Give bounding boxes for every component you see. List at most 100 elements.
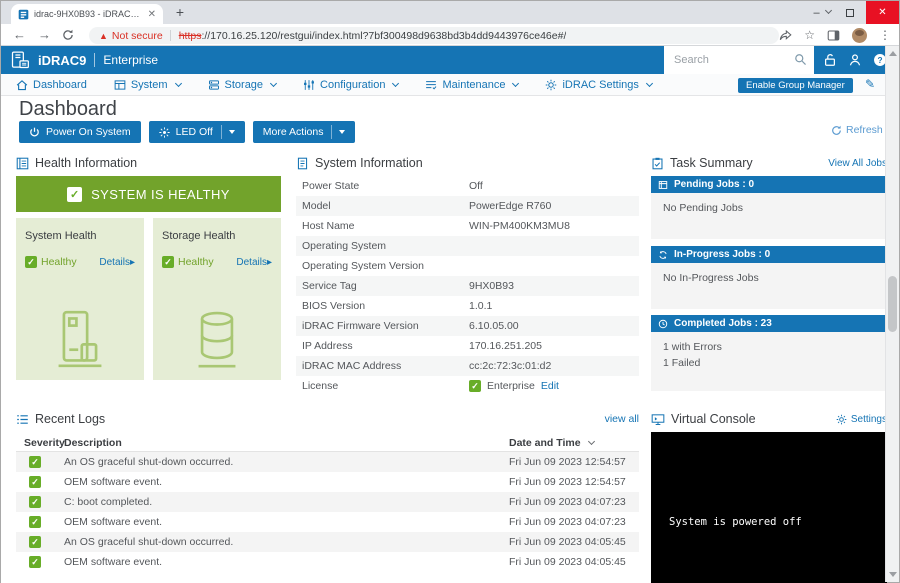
inprogress-jobs-bar: In-Progress Jobs : 0 — [651, 246, 887, 263]
profile-avatar[interactable] — [852, 27, 867, 43]
sort-chevron-icon — [587, 437, 595, 446]
more-actions-button[interactable]: More Actions — [252, 121, 356, 143]
log-row: ✓ C: boot completed. Fri Jun 09 2023 04:07… — [16, 492, 639, 512]
forward-icon[interactable]: → — [38, 27, 51, 42]
completed-jobs-body: 1 with Errors 1 Failed — [651, 332, 887, 391]
sysinfo-row: iDRAC Firmware Version 6.10.05.00 — [296, 316, 639, 336]
col-description: Description — [64, 436, 122, 449]
edit-pencil-icon[interactable]: ✎ — [865, 77, 875, 91]
scroll-up-arrow[interactable] — [889, 51, 897, 56]
sysinfo-row: Power State Off — [302, 180, 483, 192]
severity-ok-icon: ✓ — [29, 536, 41, 549]
storage-health-details-link[interactable]: Details▸ — [236, 257, 272, 268]
maintenance-icon — [426, 80, 437, 90]
search-box — [664, 46, 814, 74]
console-panel-icon — [651, 413, 665, 425]
logs-table-header: Severity Description Date and Time — [16, 434, 639, 452]
system-health-details-link[interactable]: Details▸ — [99, 257, 135, 268]
url-divider — [169, 30, 171, 41]
side-panel-icon[interactable] — [827, 29, 840, 42]
nav-storage[interactable]: Storage — [208, 78, 278, 91]
more-actions-dropdown[interactable] — [331, 125, 346, 139]
new-tab-button[interactable]: + — [171, 3, 189, 21]
check-icon: ✓ — [162, 256, 174, 268]
refresh-link[interactable]: Refresh — [831, 124, 883, 136]
search-input[interactable] — [664, 46, 814, 74]
console-text: System is powered off — [669, 516, 802, 528]
card-title: Storage Health — [162, 230, 236, 242]
back-icon[interactable]: ← — [13, 27, 26, 42]
user-icon[interactable] — [848, 53, 862, 67]
nav-label: Storage — [224, 78, 264, 91]
nav-label: Maintenance — [442, 78, 506, 91]
logs-panel-header: Recent Logs view all — [16, 412, 639, 426]
refresh-icon — [832, 125, 841, 135]
reload-icon[interactable] — [62, 29, 74, 41]
close-button[interactable]: ✕ — [866, 1, 899, 24]
license-edit-link[interactable]: Edit — [541, 380, 559, 392]
health-check-icon: ✓ — [67, 186, 83, 202]
enable-group-manager-button[interactable]: Enable Group Manager — [738, 78, 853, 93]
virtual-console-screen[interactable]: System is powered off — [651, 432, 887, 583]
tab-close-icon[interactable]: ✕ — [148, 9, 156, 20]
page-title: Dashboard — [19, 98, 117, 120]
action-buttons: Power On System LED Off More Actions — [19, 121, 363, 143]
nav-maintenance[interactable]: Maintenance — [425, 78, 520, 91]
view-all-jobs-link[interactable]: View All Jobs — [828, 158, 887, 169]
inprogress-jobs-body: No In-Progress Jobs — [651, 263, 887, 309]
app-header: iDRAC9 Enterprise ? — [1, 46, 887, 74]
health-panel-header: Health Information — [16, 156, 281, 170]
minimize-button[interactable]: – — [800, 1, 833, 24]
nav-label: Dashboard — [33, 78, 87, 91]
severity-ok-icon: ✓ — [29, 496, 41, 509]
pending-jobs-icon — [658, 180, 668, 189]
col-datetime[interactable]: Date and Time — [509, 437, 639, 449]
maximize-button[interactable] — [833, 1, 866, 24]
sysinfo-table: Power State Off Model PowerEdge R760 Host … — [296, 176, 639, 396]
lock-icon[interactable] — [823, 53, 837, 67]
nav-idrac-settings[interactable]: iDRAC Settings — [545, 79, 653, 91]
url-text: ://170.16.25.120/restgui/index.html?7bf3… — [201, 29, 567, 42]
scroll-down-arrow[interactable] — [889, 572, 897, 577]
console-settings-link[interactable]: Settings — [836, 414, 887, 425]
tasks-panel-title: Task Summary — [670, 156, 753, 170]
severity-ok-icon: ✓ — [29, 456, 41, 469]
log-row: ✓ OEM software event. Fri Jun 09 2023 04:0… — [16, 512, 639, 532]
share-icon[interactable] — [779, 29, 792, 42]
address-bar: ← → ▲ Not secure https ://170.16.25.120/… — [1, 24, 899, 46]
warning-icon: ▲ — [99, 30, 108, 41]
search-icon[interactable] — [794, 53, 807, 66]
nav-dashboard[interactable]: Dashboard — [16, 79, 87, 91]
license-row: License ✓ Enterprise Edit — [302, 380, 559, 392]
sysinfo-panel-icon — [297, 157, 308, 169]
logs-panel-icon — [17, 414, 28, 424]
scrollbar-thumb[interactable] — [888, 276, 897, 332]
sysinfo-panel-title: System Information — [315, 156, 423, 170]
completed-jobs-icon — [658, 319, 668, 328]
page-content: Dashboard Power On System LED Off More A… — [1, 96, 887, 583]
sliders-icon — [304, 79, 314, 90]
nav-system[interactable]: System — [114, 79, 182, 91]
favicon-idrac — [18, 9, 29, 19]
page-scrollbar[interactable] — [885, 46, 899, 582]
log-row: ✓ An OS graceful shut-down occurred. Fri J… — [16, 452, 639, 472]
not-secure-label: Not secure — [111, 29, 163, 42]
address-bar-icons: ☆ ⋮ — [779, 24, 891, 46]
chevron-down-icon — [174, 79, 182, 88]
led-button[interactable]: LED Off — [148, 121, 245, 143]
tab-title: idrac-9HX0B93 - iDRAC9 - Dashb — [34, 9, 143, 19]
nav-configuration[interactable]: Configuration — [303, 79, 400, 91]
browser-tab[interactable]: idrac-9HX0B93 - iDRAC9 - Dashb ✕ — [11, 4, 163, 24]
gear-icon — [546, 79, 557, 90]
sysinfo-row: Model PowerEdge R760 — [296, 196, 639, 216]
completed-jobs-bar: Completed Jobs : 23 — [651, 315, 887, 332]
bookmark-star-icon[interactable]: ☆ — [804, 28, 815, 42]
storage-health-card: Storage Health ✓ Healthy Details▸ — [153, 218, 281, 380]
sysinfo-row: iDRAC MAC Address cc:2c:72:3c:01:d2 — [296, 356, 639, 376]
url-field[interactable]: ▲ Not secure https ://170.16.25.120/rest… — [89, 27, 779, 44]
browser-menu-icon[interactable]: ⋮ — [879, 28, 891, 42]
led-dropdown[interactable] — [220, 125, 235, 139]
power-on-button[interactable]: Power On System — [19, 121, 141, 143]
logs-view-all-link[interactable]: view all — [605, 413, 639, 425]
health-status: ✓ Healthy — [25, 256, 77, 268]
